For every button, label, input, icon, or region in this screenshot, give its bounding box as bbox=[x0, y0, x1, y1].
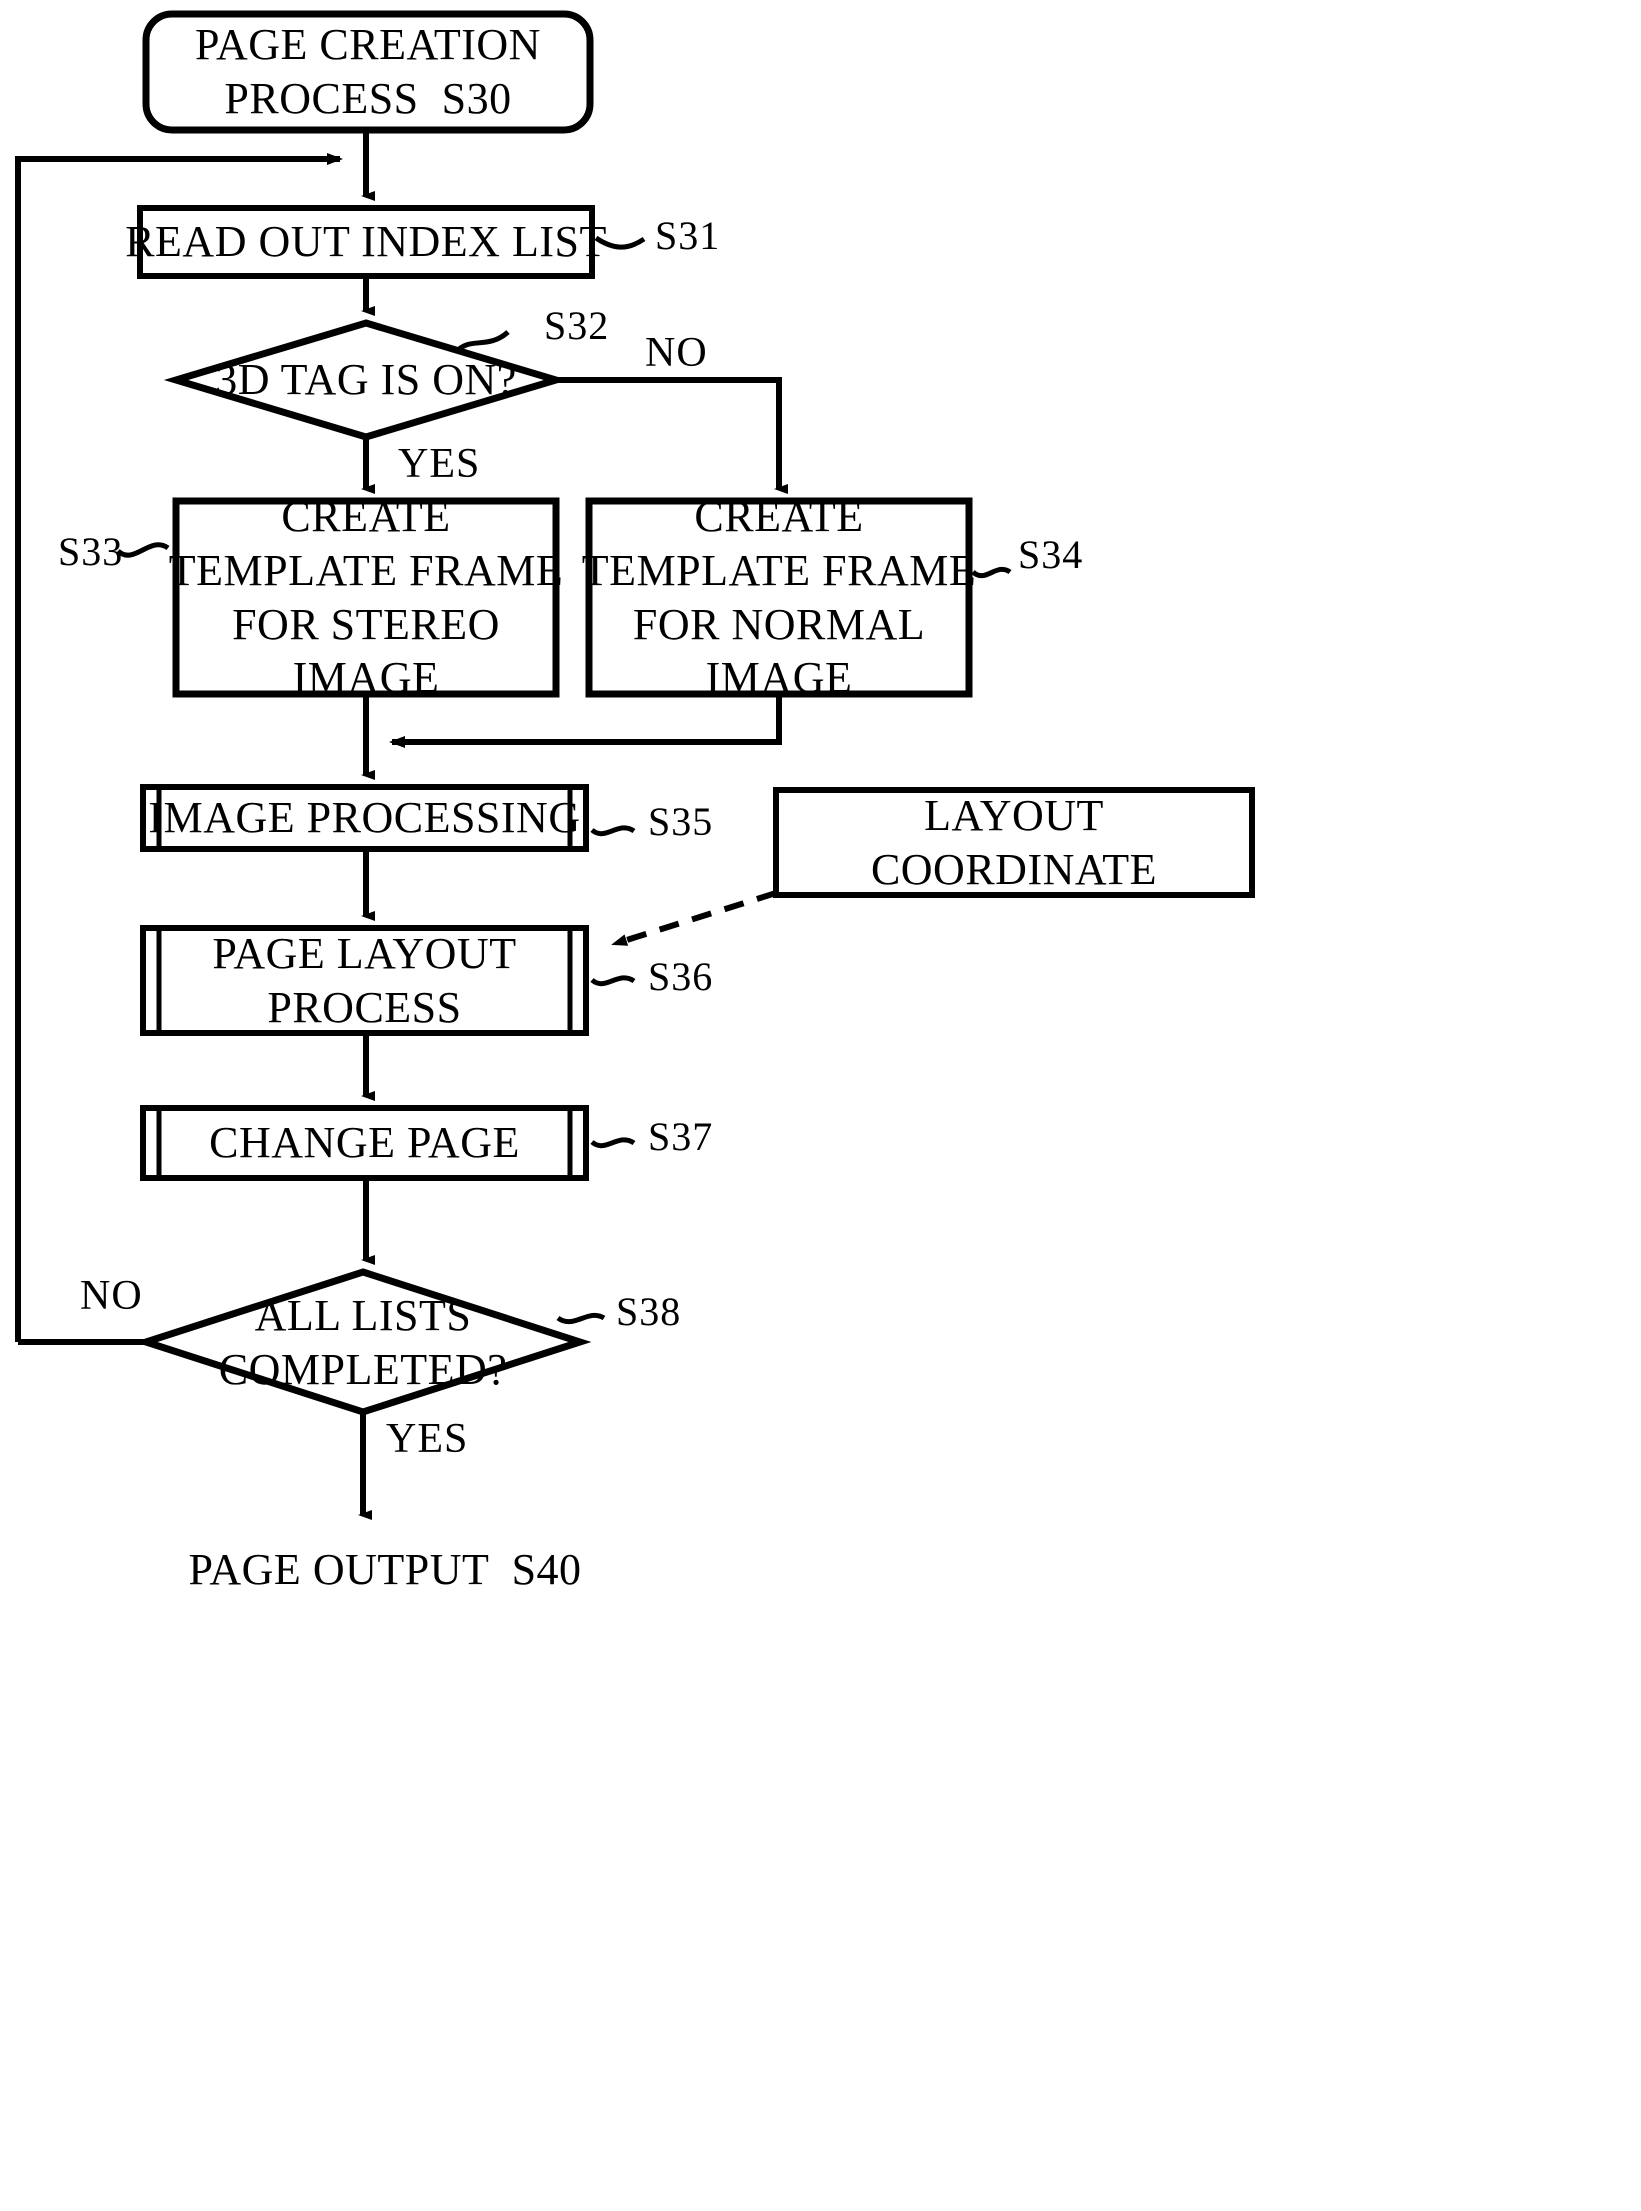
flowchart-canvas: PAGE CREATION PROCESS S30 READ OUT INDEX… bbox=[0, 0, 1641, 2211]
ref-label-s34: S34 bbox=[1018, 532, 1084, 577]
ref-label-s31: S31 bbox=[655, 213, 721, 258]
node-shape-page-layout bbox=[140, 925, 589, 1036]
flowchart-graphics bbox=[15, 10, 1255, 1520]
edge-label-tag-yes: YES bbox=[398, 441, 481, 487]
node-shape-start bbox=[142, 10, 594, 134]
node-shape-layout-coordinate bbox=[773, 787, 1255, 898]
node-shape-all-lists-decision bbox=[134, 1268, 592, 1416]
leader-s34 bbox=[971, 566, 1012, 579]
node-shape-image-processing bbox=[140, 784, 589, 852]
ref-label-s35: S35 bbox=[648, 799, 714, 844]
ref-label-s33: S33 bbox=[58, 529, 124, 574]
edge-normal-to-merge bbox=[389, 694, 782, 748]
node-shape-stereo-frame bbox=[172, 497, 560, 698]
edge-label-lists-yes: YES bbox=[386, 1416, 469, 1462]
leader-s37 bbox=[590, 1137, 636, 1149]
node-shape-change-page bbox=[140, 1105, 589, 1181]
node-shape-read-index bbox=[137, 205, 595, 279]
ref-label-s36: S36 bbox=[648, 954, 714, 999]
edge-label-tag-no: NO bbox=[645, 330, 708, 376]
leader-s35 bbox=[590, 825, 636, 837]
edge-layout-coordinate-to-page-layout bbox=[611, 890, 777, 947]
ref-label-s32: S32 bbox=[544, 303, 610, 348]
leader-s31 bbox=[594, 235, 646, 250]
ref-label-s38: S38 bbox=[616, 1289, 682, 1334]
node-shape-normal-frame bbox=[585, 497, 973, 698]
leader-s36 bbox=[590, 975, 636, 987]
edge-decision-no-to-normal bbox=[556, 377, 788, 494]
edge-label-lists-no: NO bbox=[80, 1273, 143, 1319]
leader-s38 bbox=[556, 1312, 606, 1325]
leader-s33 bbox=[116, 542, 170, 558]
ref-label-s37: S37 bbox=[648, 1114, 714, 1159]
